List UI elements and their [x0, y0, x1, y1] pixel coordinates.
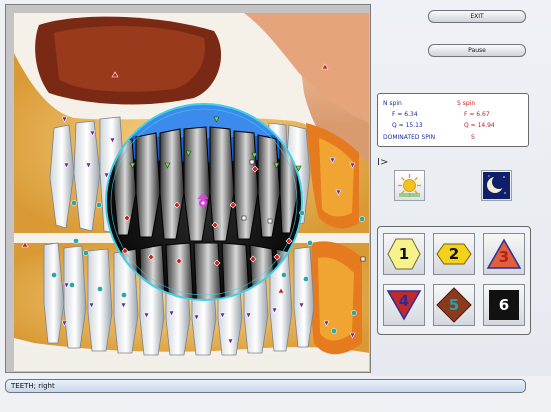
n-spin-quality: Q = 15.13 — [392, 122, 423, 129]
number-button-1[interactable]: 1 — [383, 233, 425, 275]
number-button-4-label: 4 — [398, 292, 410, 310]
number-button-1-label: 1 — [398, 245, 410, 263]
number-button-panel: 1 2 3 4 5 6 — [377, 226, 531, 335]
number-button-5[interactable]: 5 — [433, 284, 475, 326]
n-spin-frequency: F = 6.34 — [392, 111, 418, 118]
sun-icon — [398, 174, 421, 197]
night-mode-button[interactable] — [481, 170, 512, 201]
scan-viewport — [5, 4, 371, 373]
s-spin-quality: Q = 14.94 — [464, 122, 495, 129]
n-spin-title: N spin — [383, 100, 402, 107]
s-spin-frequency: F = 6.67 — [464, 111, 490, 118]
number-button-3[interactable]: 3 — [483, 233, 525, 275]
pause-button[interactable]: Pause — [428, 44, 526, 57]
dominated-spin-value: S — [471, 134, 475, 141]
dominated-spin-label: DOMINATED SPIN — [383, 134, 436, 141]
number-button-6[interactable]: 6 — [483, 284, 525, 326]
cursor-indicator: I> — [377, 157, 389, 168]
number-button-2-label: 2 — [448, 245, 460, 263]
s-spin-title: S spin — [457, 100, 476, 107]
moon-icon — [483, 172, 510, 199]
exit-button[interactable]: EXIT — [428, 10, 526, 23]
day-mode-button[interactable] — [394, 170, 425, 201]
control-panel: EXIT Pause N spin S spin F = 6.34 F = 6.… — [371, 0, 551, 376]
status-text: TEETH; right — [11, 382, 55, 390]
teeth-illustration — [14, 13, 369, 371]
status-bar: TEETH; right — [5, 379, 526, 393]
number-button-5-label: 5 — [448, 296, 460, 314]
number-button-3-label: 3 — [498, 248, 510, 266]
teeth-scan-image[interactable] — [14, 13, 369, 371]
spin-readout-panel: N spin S spin F = 6.34 F = 6.67 Q = 15.1… — [377, 93, 529, 147]
number-button-4[interactable]: 4 — [383, 284, 425, 326]
number-button-2[interactable]: 2 — [433, 233, 475, 275]
number-button-6-label: 6 — [498, 296, 510, 314]
